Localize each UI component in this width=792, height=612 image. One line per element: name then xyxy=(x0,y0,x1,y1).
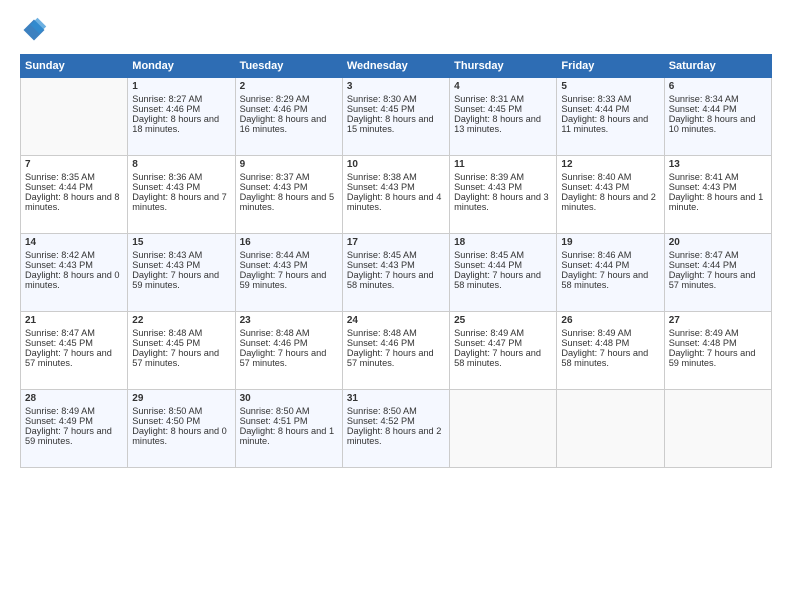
col-header-monday: Monday xyxy=(128,55,235,78)
day-number: 1 xyxy=(132,81,230,92)
day-number: 20 xyxy=(669,237,767,248)
day-number: 6 xyxy=(669,81,767,92)
cell-5-7 xyxy=(664,390,771,468)
cell-2-7: 13Sunrise: 8:41 AMSunset: 4:43 PMDayligh… xyxy=(664,156,771,234)
header-row: SundayMondayTuesdayWednesdayThursdayFrid… xyxy=(21,55,772,78)
day-number: 27 xyxy=(669,315,767,326)
cell-4-1: 21Sunrise: 8:47 AMSunset: 4:45 PMDayligh… xyxy=(21,312,128,390)
day-number: 11 xyxy=(454,159,552,170)
day-number: 14 xyxy=(25,237,123,248)
cell-5-5 xyxy=(450,390,557,468)
day-number: 29 xyxy=(132,393,230,404)
day-number: 7 xyxy=(25,159,123,170)
cell-2-6: 12Sunrise: 8:40 AMSunset: 4:43 PMDayligh… xyxy=(557,156,664,234)
logo-icon xyxy=(20,16,48,44)
day-number: 3 xyxy=(347,81,445,92)
cell-1-6: 5Sunrise: 8:33 AMSunset: 4:44 PMDaylight… xyxy=(557,78,664,156)
day-number: 13 xyxy=(669,159,767,170)
cell-2-3: 9Sunrise: 8:37 AMSunset: 4:43 PMDaylight… xyxy=(235,156,342,234)
cell-1-1 xyxy=(21,78,128,156)
cell-3-6: 19Sunrise: 8:46 AMSunset: 4:44 PMDayligh… xyxy=(557,234,664,312)
day-number: 21 xyxy=(25,315,123,326)
cell-4-5: 25Sunrise: 8:49 AMSunset: 4:47 PMDayligh… xyxy=(450,312,557,390)
day-number: 4 xyxy=(454,81,552,92)
day-number: 12 xyxy=(561,159,659,170)
day-number: 15 xyxy=(132,237,230,248)
cell-3-1: 14Sunrise: 8:42 AMSunset: 4:43 PMDayligh… xyxy=(21,234,128,312)
cell-1-5: 4Sunrise: 8:31 AMSunset: 4:45 PMDaylight… xyxy=(450,78,557,156)
cell-3-2: 15Sunrise: 8:43 AMSunset: 4:43 PMDayligh… xyxy=(128,234,235,312)
week-row-1: 1Sunrise: 8:27 AMSunset: 4:46 PMDaylight… xyxy=(21,78,772,156)
cell-3-7: 20Sunrise: 8:47 AMSunset: 4:44 PMDayligh… xyxy=(664,234,771,312)
day-number: 25 xyxy=(454,315,552,326)
cell-2-1: 7Sunrise: 8:35 AMSunset: 4:44 PMDaylight… xyxy=(21,156,128,234)
cell-5-6 xyxy=(557,390,664,468)
day-number: 5 xyxy=(561,81,659,92)
day-number: 19 xyxy=(561,237,659,248)
day-number: 8 xyxy=(132,159,230,170)
col-header-saturday: Saturday xyxy=(664,55,771,78)
day-number: 28 xyxy=(25,393,123,404)
calendar-table: SundayMondayTuesdayWednesdayThursdayFrid… xyxy=(20,54,772,468)
calendar-page: SundayMondayTuesdayWednesdayThursdayFrid… xyxy=(0,0,792,612)
day-number: 18 xyxy=(454,237,552,248)
day-number: 31 xyxy=(347,393,445,404)
cell-4-3: 23Sunrise: 8:48 AMSunset: 4:46 PMDayligh… xyxy=(235,312,342,390)
cell-1-2: 1Sunrise: 8:27 AMSunset: 4:46 PMDaylight… xyxy=(128,78,235,156)
day-number: 17 xyxy=(347,237,445,248)
cell-2-4: 10Sunrise: 8:38 AMSunset: 4:43 PMDayligh… xyxy=(342,156,449,234)
cell-2-5: 11Sunrise: 8:39 AMSunset: 4:43 PMDayligh… xyxy=(450,156,557,234)
cell-2-2: 8Sunrise: 8:36 AMSunset: 4:43 PMDaylight… xyxy=(128,156,235,234)
day-number: 30 xyxy=(240,393,338,404)
day-number: 23 xyxy=(240,315,338,326)
cell-1-3: 2Sunrise: 8:29 AMSunset: 4:46 PMDaylight… xyxy=(235,78,342,156)
cell-5-1: 28Sunrise: 8:49 AMSunset: 4:49 PMDayligh… xyxy=(21,390,128,468)
cell-1-7: 6Sunrise: 8:34 AMSunset: 4:44 PMDaylight… xyxy=(664,78,771,156)
day-number: 22 xyxy=(132,315,230,326)
cell-3-3: 16Sunrise: 8:44 AMSunset: 4:43 PMDayligh… xyxy=(235,234,342,312)
cell-4-4: 24Sunrise: 8:48 AMSunset: 4:46 PMDayligh… xyxy=(342,312,449,390)
day-number: 10 xyxy=(347,159,445,170)
cell-5-3: 30Sunrise: 8:50 AMSunset: 4:51 PMDayligh… xyxy=(235,390,342,468)
week-row-4: 21Sunrise: 8:47 AMSunset: 4:45 PMDayligh… xyxy=(21,312,772,390)
cell-4-6: 26Sunrise: 8:49 AMSunset: 4:48 PMDayligh… xyxy=(557,312,664,390)
day-number: 9 xyxy=(240,159,338,170)
cell-5-2: 29Sunrise: 8:50 AMSunset: 4:50 PMDayligh… xyxy=(128,390,235,468)
col-header-sunday: Sunday xyxy=(21,55,128,78)
col-header-friday: Friday xyxy=(557,55,664,78)
cell-4-2: 22Sunrise: 8:48 AMSunset: 4:45 PMDayligh… xyxy=(128,312,235,390)
cell-3-4: 17Sunrise: 8:45 AMSunset: 4:43 PMDayligh… xyxy=(342,234,449,312)
col-header-thursday: Thursday xyxy=(450,55,557,78)
day-number: 26 xyxy=(561,315,659,326)
cell-1-4: 3Sunrise: 8:30 AMSunset: 4:45 PMDaylight… xyxy=(342,78,449,156)
logo xyxy=(20,16,52,44)
day-number: 16 xyxy=(240,237,338,248)
header xyxy=(20,16,772,44)
week-row-3: 14Sunrise: 8:42 AMSunset: 4:43 PMDayligh… xyxy=(21,234,772,312)
day-number: 24 xyxy=(347,315,445,326)
day-number: 2 xyxy=(240,81,338,92)
week-row-5: 28Sunrise: 8:49 AMSunset: 4:49 PMDayligh… xyxy=(21,390,772,468)
cell-4-7: 27Sunrise: 8:49 AMSunset: 4:48 PMDayligh… xyxy=(664,312,771,390)
cell-3-5: 18Sunrise: 8:45 AMSunset: 4:44 PMDayligh… xyxy=(450,234,557,312)
cell-5-4: 31Sunrise: 8:50 AMSunset: 4:52 PMDayligh… xyxy=(342,390,449,468)
col-header-tuesday: Tuesday xyxy=(235,55,342,78)
week-row-2: 7Sunrise: 8:35 AMSunset: 4:44 PMDaylight… xyxy=(21,156,772,234)
col-header-wednesday: Wednesday xyxy=(342,55,449,78)
